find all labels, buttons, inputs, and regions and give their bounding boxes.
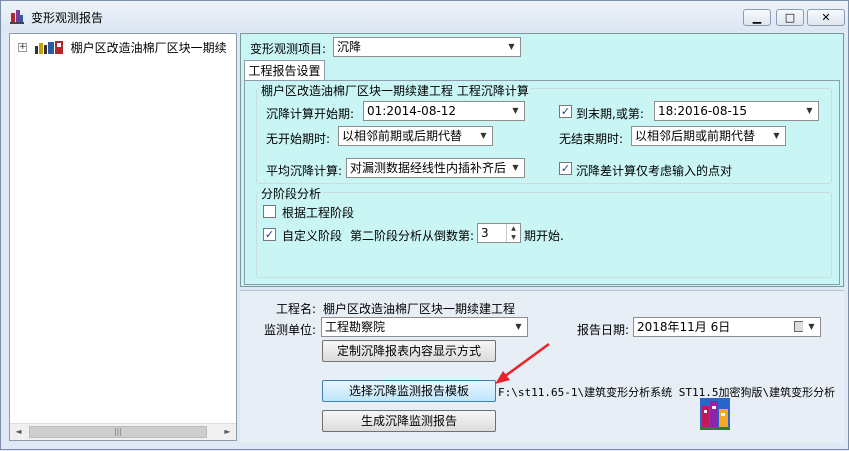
monitor-unit-select[interactable]: 工程勘察院 ▼ <box>321 317 528 337</box>
generate-report-button[interactable]: 生成沉降监测报告 <box>322 410 496 432</box>
window-title: 变形观测报告 <box>31 11 104 25</box>
report-date-picker[interactable]: 2018年11月 6日 ▼ <box>633 317 821 337</box>
project-type-value: 沉降 <box>337 40 362 54</box>
select-template-button[interactable]: 选择沉降监测报告模板 <box>322 380 496 402</box>
stage-analysis-title: 分阶段分析 <box>259 185 324 202</box>
customize-display-button[interactable]: 定制沉降报表内容显示方式 <box>322 340 496 362</box>
scroll-right-icon[interactable]: ► <box>219 424 236 440</box>
settlement-calc-group-title: 棚户区改造油棉厂区块一期续建工程 工程沉降计算 <box>259 82 531 99</box>
only-input-pairs-label: 沉降差计算仅考虑输入的点对 <box>576 164 733 178</box>
chevron-down-icon[interactable]: ▼ <box>768 127 785 145</box>
custom-stage-checkbox[interactable]: ✓ <box>263 228 276 241</box>
settings-panel: 变形观测项目: 沉降 ▼ 工程报告设置 棚户区改造油棉厂区块一期续建工程 工程沉… <box>240 33 844 287</box>
start-period-label: 沉降计算开始期: <box>266 107 355 121</box>
tree-horizontal-scrollbar[interactable]: ◄ ||| ► <box>10 423 236 440</box>
title-bar: 变形观测报告 ▁ □ ✕ <box>1 1 848 31</box>
project-folder-icon <box>34 41 63 54</box>
report-date-label: 报告日期: <box>577 323 630 337</box>
tree-item-project[interactable]: + 棚户区改造油棉厂区块一期续 <box>18 39 227 56</box>
report-date-value: 2018年11月 6日 <box>637 320 731 334</box>
chevron-down-icon[interactable]: ▼ <box>510 318 527 336</box>
monitor-unit-label: 监测单位: <box>264 323 317 337</box>
start-period-value: 01:2014-08-12 <box>367 104 457 118</box>
maximize-button[interactable]: □ <box>776 9 804 26</box>
no-start-select[interactable]: 以相邻前期或后期代替 ▼ <box>338 126 493 146</box>
tab-page: 棚户区改造油棉厂区块一期续建工程 工程沉降计算 沉降计算开始期: 01:2014… <box>244 80 840 285</box>
end-period-label: 到末期,或第: <box>576 107 644 121</box>
end-period-select[interactable]: 18:2016-08-15 ▼ <box>654 101 819 121</box>
chevron-down-icon[interactable]: ▼ <box>475 127 492 145</box>
project-name-label: 工程名: <box>276 302 317 316</box>
avg-settlement-select[interactable]: 对漏测数据经线性内插补齐后 ▼ <box>346 158 525 178</box>
monitor-unit-value: 工程勘察院 <box>325 320 386 334</box>
chevron-down-icon[interactable]: ▼ <box>507 159 524 177</box>
tree-item-label: 棚户区改造油棉厂区块一期续 <box>70 41 227 55</box>
template-path: F:\st11.65-1\建筑变形分析系统 ST11.5加密狗版\建筑变形分析 <box>498 386 836 399</box>
no-start-value: 以相邻前期或后期代替 <box>342 129 463 143</box>
building-app-icon <box>10 10 24 24</box>
avg-settlement-value: 对漏测数据经线性内插补齐后 <box>350 161 507 175</box>
chevron-down-icon[interactable]: ▼ <box>507 102 524 120</box>
no-start-label: 无开始期时: <box>266 132 331 146</box>
spin-down-icon[interactable]: ▼ <box>507 233 520 242</box>
no-end-select[interactable]: 以相邻后期或前期代替 ▼ <box>631 126 786 146</box>
expand-icon[interactable]: + <box>18 43 27 52</box>
custom-stage-label: 自定义阶段 <box>282 229 343 243</box>
report-window: 变形观测报告 ▁ □ ✕ + 棚户区改造油棉厂区块一期续 ◄ ||| ► 变形观… <box>0 0 849 450</box>
close-button[interactable]: ✕ <box>807 9 845 26</box>
tab-report-settings[interactable]: 工程报告设置 <box>244 60 325 81</box>
end-period-value: 18:2016-08-15 <box>658 104 748 118</box>
only-input-pairs-checkbox[interactable]: ✓ <box>559 162 572 175</box>
spin-up-icon[interactable]: ▲ <box>507 224 520 233</box>
chevron-down-icon[interactable]: ▼ <box>801 102 818 120</box>
end-period-checkbox[interactable]: ✓ <box>559 105 572 118</box>
period-start-label: 期开始. <box>524 229 564 243</box>
building-thumbnail-icon[interactable] <box>700 398 730 430</box>
by-project-stage-checkbox[interactable] <box>263 205 276 218</box>
project-type-label: 变形观测项目: <box>250 42 327 56</box>
scroll-left-icon[interactable]: ◄ <box>10 424 27 440</box>
minimize-button[interactable]: ▁ <box>743 9 771 26</box>
project-name-value: 棚户区改造油棉厂区块一期续建工程 <box>323 302 516 316</box>
avg-settlement-label: 平均沉降计算: <box>266 164 343 178</box>
no-end-label: 无结束期时: <box>559 132 624 146</box>
second-stage-value: 3 <box>481 226 489 240</box>
second-stage-stepper[interactable]: 3 ▲ ▼ <box>477 223 521 243</box>
chevron-down-icon[interactable]: ▼ <box>803 318 820 336</box>
by-project-stage-label: 根据工程阶段 <box>282 206 355 220</box>
start-period-select[interactable]: 01:2014-08-12 ▼ <box>363 101 525 121</box>
chevron-down-icon[interactable]: ▼ <box>503 38 520 56</box>
scroll-thumb[interactable]: ||| <box>29 426 207 438</box>
report-panel: 工程名: 棚户区改造油棉厂区块一期续建工程 监测单位: 工程勘察院 ▼ 报告日期… <box>240 290 844 443</box>
second-stage-label: 第二阶段分析从倒数第: <box>350 229 475 243</box>
no-end-value: 以相邻后期或前期代替 <box>635 129 756 143</box>
project-type-select[interactable]: 沉降 ▼ <box>333 37 521 57</box>
project-tree[interactable]: + 棚户区改造油棉厂区块一期续 ◄ ||| ► <box>9 33 237 441</box>
